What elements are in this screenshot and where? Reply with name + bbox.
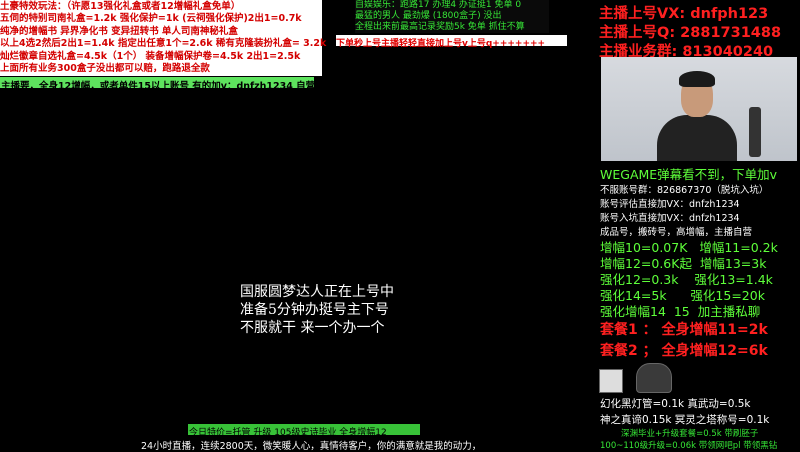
promo-line: 纯净的增幅书 异界净化书 变异扭转书 单人司南神秘礼盒 — [0, 26, 238, 37]
misc-price-line: 幻化黑灯管=0.1k 真武动=0.5k — [600, 398, 751, 410]
service-line: 深渊毕业+升级套餐=0.5k 带刷胚子 — [621, 429, 759, 439]
info-line: 账号评估直接加VX：dnfzh1234 — [600, 199, 740, 210]
top-middle-red-banner: 下单秒上号主播轻轻直接加上号v上号q+++++++ — [336, 35, 567, 49]
streamer-qq: 主播上号Q: 2881731488 — [599, 25, 782, 41]
promo-line: 上面所有业务300盒子没出都可以赔，跑路退全款 — [0, 63, 210, 74]
info-line: 不服账号群：826867370（脱坑入坑） — [600, 185, 769, 196]
package-1: 套餐1 ： 全身增幅11=2k — [600, 322, 768, 338]
special-offer-text: 今日特价=托管 升级 105级史诗毕业 全身增幅12 — [189, 428, 387, 438]
center-status-line: 不服就干 来一个办一个 — [240, 320, 385, 336]
red-banner-text: 下单秒上号主播轻轻直接加上号v上号q+++++++ — [336, 39, 546, 49]
promo-line: 以上4选2然后2出1=1.4k 指定出任意1个=2.6k 稀有克隆装扮礼盒= 3… — [0, 38, 327, 49]
promo-line: 五伺的特别司南礼盒=1.2k 强化保护=1k (云祠强化保护)2出1=0.7k — [0, 13, 302, 24]
bottom-special-offer-banner: 今日特价=托管 升级 105级史诗毕业 全身增幅12 — [188, 424, 420, 438]
microphone-icon — [749, 107, 761, 157]
top-middle-notice-panel: 自娱娱乐：跑路17 办理4 办证挺1 免单 0 最猛的男人 最劲爆 (1800盒… — [355, 0, 549, 33]
center-status-line: 国服圆梦达人正在上号中 — [240, 284, 394, 300]
promo-line: 土豪特效玩法：（许愿13强化礼盒或者12增幅礼盒免单） — [0, 1, 241, 12]
center-status-line: 准备5分钟办挺号主下号 — [240, 302, 389, 318]
wegame-notice: WEGAME弹幕看不到，下单加v — [600, 167, 778, 182]
streamer-body — [657, 115, 737, 161]
panda-meme-icon — [636, 363, 672, 393]
webcam-feed — [601, 57, 797, 161]
promo-line: 灿烂徽章自选礼盒=4.5k（1个） 装备增幅保护卷=4.5k 2出1=2.5k — [0, 51, 301, 62]
price-line: 强化增幅14 15 加主播私聊 — [600, 304, 761, 319]
info-line: 成品号，搬砖号，高增幅，主播自营 — [600, 227, 753, 238]
top-left-promo-panel: 土豪特效玩法：（许愿13强化礼盒或者12增幅礼盒免单） 五伺的特别司南礼盒=1.… — [0, 0, 326, 76]
green-banner-text: 主播要，全身12增幅，或者单件15以上账号 有的加v：dnfzh1234 自营 — [1, 81, 316, 92]
package-2: 套餐2 ； 全身增幅12=6k — [600, 343, 768, 359]
notice-line: 最猛的男人 最劲爆 (1800盒子) 没出 — [355, 11, 502, 21]
info-line: 账号入坑直接加VX：dnfzh1234 — [600, 213, 740, 224]
streamer-vx: 主播上号VX: dnfph123 — [599, 6, 769, 22]
running-figure-icon — [599, 369, 623, 393]
top-left-green-banner: 主播要，全身12增幅，或者单件15以上账号 有的加v：dnfzh1234 自营 — [0, 77, 315, 92]
streamer-hair — [679, 71, 715, 87]
service-line: 100~110级升级=0.06k 带领网吧pl 带领黑钻 — [600, 441, 778, 451]
notice-line: 自娱娱乐：跑路17 办理4 办证挺1 免单 0 — [355, 0, 522, 10]
misc-price-line: 神之真谛0.15k 冥灵之塔称号=0.1k — [600, 414, 770, 426]
notice-line: 全程出来前最高记录奖励5k 免单 抓住不算 — [355, 22, 525, 32]
